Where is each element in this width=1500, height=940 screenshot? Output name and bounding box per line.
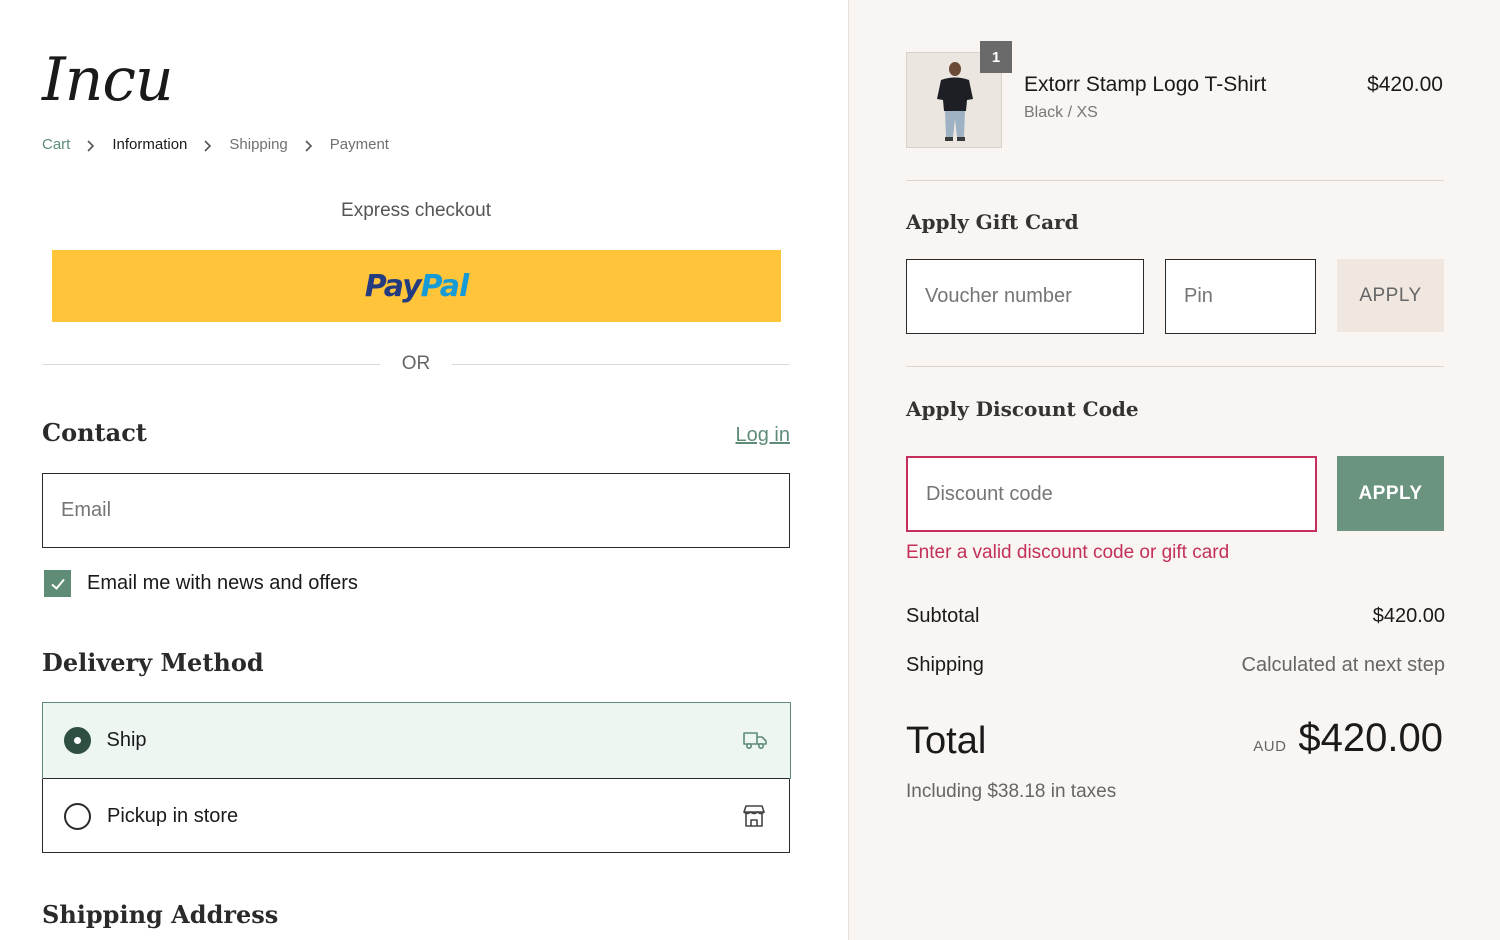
checkout-main-panel: Incu Cart Information Shipping Payment E… [0,0,848,940]
summary-divider [906,366,1444,367]
delivery-option-ship[interactable]: Ship [41,701,791,779]
discount-field-wrapper [906,456,1317,532]
currency-code: AUD [1253,738,1287,755]
shipping-label: Shipping [906,654,984,676]
newsletter-option[interactable]: Email me with news and offers [44,570,358,597]
delivery-method-group: Ship Pickup in store [41,701,791,853]
paypal-logo: PayPal [364,268,470,304]
newsletter-checkbox[interactable] [44,570,71,597]
order-summary-panel: 1 Extorr Stamp Logo T-Shirt Black / XS $… [848,0,1500,940]
breadcrumb: Cart Information Shipping Payment [42,134,389,154]
delivery-method-title: Delivery Method [42,648,264,677]
brand-logo[interactable]: Incu [42,40,174,120]
newsletter-label: Email me with news and offers [87,572,358,594]
voucher-number-input[interactable] [907,260,1143,333]
total-amount: AUD $420.00 [1253,716,1443,761]
paypal-button[interactable]: PayPal [52,250,781,322]
or-label: OR [401,353,431,374]
delivery-option-label: Ship [106,728,147,751]
delivery-option-pickup[interactable]: Pickup in store [43,778,789,853]
breadcrumb-payment: Payment [329,135,389,153]
total-label: Total [906,720,987,762]
discount-error-message: Enter a valid discount code or gift card [906,542,1230,563]
chevron-right-icon [87,140,95,152]
radio-pickup[interactable] [64,802,91,830]
divider-line [42,363,380,365]
paypal-logo-pal: Pal [420,268,470,304]
breadcrumb-shipping: Shipping [229,135,288,153]
discount-code-input[interactable] [908,458,1315,530]
shipping-address-title: Shipping Address [42,900,279,929]
checkmark-icon [50,578,65,590]
breadcrumb-information: Information [112,135,188,153]
delivery-option-label: Pickup in store [107,804,239,827]
email-field-wrapper [42,473,790,548]
email-field[interactable] [43,474,789,547]
pin-field-wrapper [1165,259,1316,334]
apply-discount-button[interactable]: APPLY [1337,456,1444,531]
subtotal-value: $420.00 [1372,605,1445,627]
express-checkout-title: Express checkout [341,200,491,221]
product-variant: Black / XS [1024,104,1098,121]
paypal-logo-pay: Pay [364,268,422,304]
chevron-right-icon [204,140,212,152]
product-price: $420.00 [1367,73,1443,96]
total-value: $420.00 [1298,716,1443,760]
summary-divider [906,180,1444,181]
chevron-right-icon [305,140,312,152]
divider-line [452,363,790,365]
shipping-value: Calculated at next step [1241,654,1445,676]
breadcrumb-cart[interactable]: Cart [42,136,70,153]
product-name: Extorr Stamp Logo T-Shirt [1024,73,1267,96]
voucher-field-wrapper [906,259,1144,334]
discount-code-title: Apply Discount Code [906,397,1139,421]
pin-input[interactable] [1166,260,1315,333]
store-icon [743,805,765,827]
taxes-note: Including $38.18 in taxes [906,781,1117,802]
truck-icon [742,732,767,749]
apply-gift-card-button[interactable]: APPLY [1337,259,1444,332]
quantity-badge: 1 [980,41,1012,73]
subtotal-label: Subtotal [906,605,980,627]
contact-title: Contact [42,418,147,447]
gift-card-title: Apply Gift Card [906,210,1079,234]
or-divider: OR [42,350,790,378]
radio-ship[interactable] [63,726,91,754]
login-link[interactable]: Log in [736,424,791,447]
